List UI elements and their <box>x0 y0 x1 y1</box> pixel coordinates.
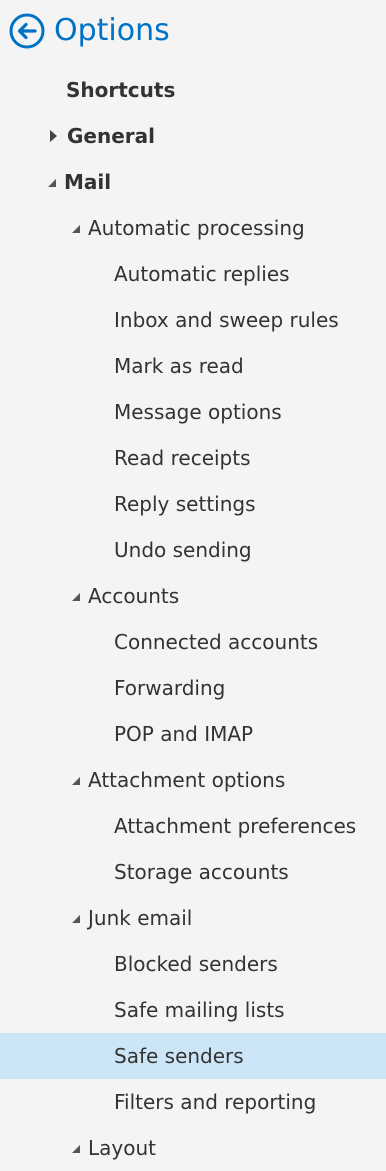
nav-item-mark-as-read[interactable]: Mark as read <box>0 343 386 389</box>
collapse-caret-icon[interactable] <box>72 915 80 923</box>
nav-item-filters-and-reporting[interactable]: Filters and reporting <box>0 1079 386 1125</box>
expand-caret-icon[interactable] <box>50 130 57 142</box>
nav-item-label: Inbox and sweep rules <box>114 308 339 332</box>
nav-item-label: Mark as read <box>114 354 244 378</box>
nav-item-label: Shortcuts <box>66 78 176 102</box>
nav-group-accounts[interactable]: Accounts <box>0 573 386 619</box>
nav-item-general[interactable]: General <box>0 113 386 159</box>
nav-group-junk-email[interactable]: Junk email <box>0 895 386 941</box>
nav-item-label: Read receipts <box>114 446 251 470</box>
nav-item-label: Blocked senders <box>114 952 278 976</box>
nav-group-automatic-processing[interactable]: Automatic processing <box>0 205 386 251</box>
nav-item-label: Safe senders <box>114 1044 244 1068</box>
nav-item-label: Message options <box>114 400 282 424</box>
nav-group-layout[interactable]: Layout <box>0 1125 386 1171</box>
back-arrow-circle-icon[interactable] <box>8 12 46 50</box>
nav-item-label: POP and IMAP <box>114 722 254 746</box>
nav-item-shortcuts[interactable]: Shortcuts <box>0 67 386 113</box>
nav-item-attachment-preferences[interactable]: Attachment preferences <box>0 803 386 849</box>
nav-item-label: Connected accounts <box>114 630 319 654</box>
nav-group-label: Accounts <box>88 584 180 608</box>
nav-item-mail[interactable]: Mail <box>0 159 386 205</box>
nav-item-label: Automatic replies <box>114 262 290 286</box>
nav-item-label: Reply settings <box>114 492 256 516</box>
nav-group-attachment-options[interactable]: Attachment options <box>0 757 386 803</box>
collapse-caret-icon[interactable] <box>72 777 80 785</box>
nav-item-automatic-replies[interactable]: Automatic replies <box>0 251 386 297</box>
collapse-caret-icon[interactable] <box>72 593 80 601</box>
nav-item-safe-senders[interactable]: Safe senders <box>0 1033 386 1079</box>
collapse-caret-icon[interactable] <box>48 179 56 187</box>
nav-item-label: Undo sending <box>114 538 252 562</box>
nav-item-reply-settings[interactable]: Reply settings <box>0 481 386 527</box>
nav-item-forwarding[interactable]: Forwarding <box>0 665 386 711</box>
nav-item-label: Storage accounts <box>114 860 289 884</box>
nav-item-label: Safe mailing lists <box>114 998 285 1022</box>
nav-item-label: Forwarding <box>114 676 226 700</box>
nav-item-message-options[interactable]: Message options <box>0 389 386 435</box>
nav-item-pop-and-imap[interactable]: POP and IMAP <box>0 711 386 757</box>
nav-item-label: Attachment preferences <box>114 814 357 838</box>
nav-item-blocked-senders[interactable]: Blocked senders <box>0 941 386 987</box>
nav-item-inbox-and-sweep-rules[interactable]: Inbox and sweep rules <box>0 297 386 343</box>
nav-item-label: Filters and reporting <box>114 1090 317 1114</box>
nav-item-storage-accounts[interactable]: Storage accounts <box>0 849 386 895</box>
nav-group-label: Automatic processing <box>88 216 305 240</box>
collapse-caret-icon[interactable] <box>72 1145 80 1153</box>
page-title: Options <box>54 13 170 48</box>
nav-group-label: Layout <box>88 1136 156 1160</box>
nav-item-label: Mail <box>64 170 112 194</box>
nav-item-undo-sending[interactable]: Undo sending <box>0 527 386 573</box>
nav-group-label: Attachment options <box>88 768 286 792</box>
collapse-caret-icon[interactable] <box>72 225 80 233</box>
nav-item-safe-mailing-lists[interactable]: Safe mailing lists <box>0 987 386 1033</box>
nav-group-label: Junk email <box>88 906 193 930</box>
back-to-options-header[interactable]: Options <box>8 6 170 56</box>
nav-item-connected-accounts[interactable]: Connected accounts <box>0 619 386 665</box>
nav-item-read-receipts[interactable]: Read receipts <box>0 435 386 481</box>
nav-item-label: General <box>67 124 155 148</box>
options-navigation-tree: Shortcuts General Mail Automatic process… <box>0 67 386 1171</box>
